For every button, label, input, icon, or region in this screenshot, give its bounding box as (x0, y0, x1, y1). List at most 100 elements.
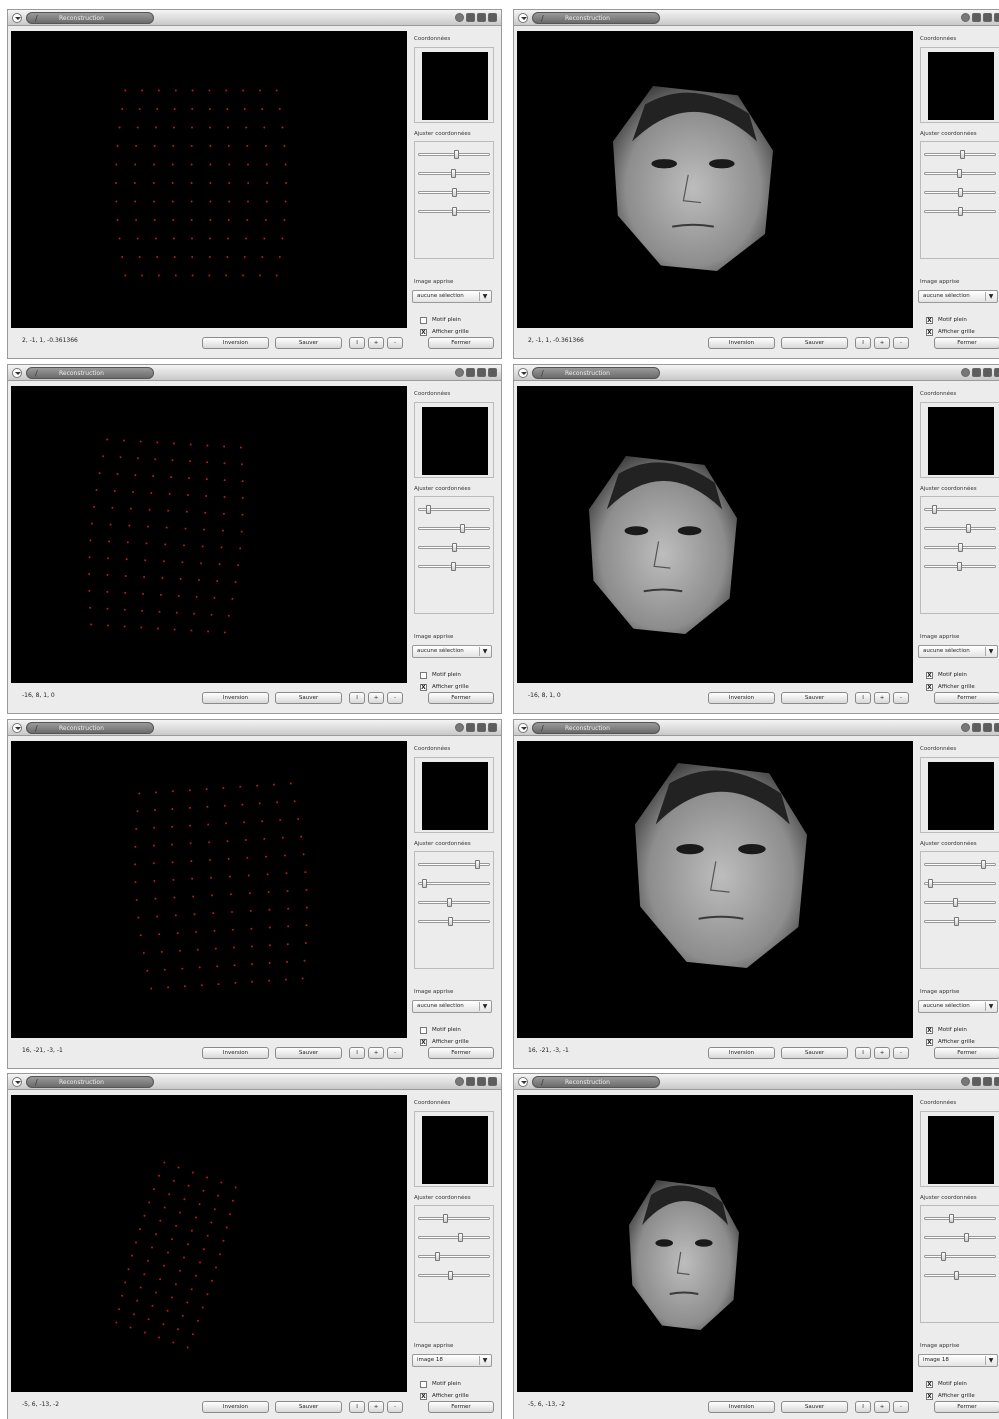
save-button[interactable]: Sauver (275, 1401, 342, 1413)
coordinate-slider[interactable] (924, 543, 996, 552)
checkbox-box[interactable]: X (420, 1039, 427, 1046)
slider-thumb[interactable] (928, 879, 933, 888)
slider-thumb[interactable] (931, 505, 937, 514)
window-menu-icon[interactable] (518, 13, 528, 23)
checkbox-box[interactable] (420, 1381, 427, 1388)
invert-button[interactable]: Inversion (202, 1401, 269, 1413)
slider-thumb[interactable] (965, 524, 971, 533)
close-icon[interactable] (994, 368, 999, 377)
maximize-icon[interactable] (477, 1077, 486, 1086)
close-button[interactable]: Fermer (934, 1401, 999, 1413)
reset-button[interactable]: I (349, 692, 365, 704)
minimize-icon[interactable] (466, 1077, 475, 1086)
slider-track[interactable] (924, 1274, 996, 1277)
zoom-out-button[interactable]: - (893, 692, 909, 704)
checkbox-box[interactable]: X (420, 684, 427, 691)
learned-image-select[interactable]: image 18 ▼ (412, 1354, 492, 1367)
zoom-in-button[interactable]: + (368, 692, 384, 704)
checkbox-box[interactable]: X (926, 317, 933, 324)
coordinate-slider[interactable] (924, 1214, 996, 1223)
checkbox-box[interactable]: X (926, 1393, 933, 1400)
close-icon[interactable] (488, 13, 497, 22)
render-canvas[interactable] (11, 386, 407, 683)
slider-track[interactable] (924, 901, 996, 904)
title-bar[interactable]: / Reconstruction (514, 365, 999, 381)
checkbox-box[interactable] (420, 672, 427, 679)
checkbox-box[interactable]: X (420, 329, 427, 336)
minimize-icon[interactable] (972, 1077, 981, 1086)
invert-button[interactable]: Inversion (708, 692, 775, 704)
learned-image-select[interactable]: image 18 ▼ (918, 1354, 998, 1367)
close-icon[interactable] (994, 13, 999, 22)
reset-button[interactable]: I (349, 337, 365, 349)
slider-thumb[interactable] (957, 169, 962, 178)
slider-track[interactable] (924, 920, 996, 923)
close-button[interactable]: Fermer (428, 1401, 494, 1413)
checkbox-box[interactable]: X (926, 684, 933, 691)
coordinate-slider[interactable] (418, 1252, 490, 1261)
title-bar[interactable]: / Reconstruction (514, 10, 999, 26)
coordinate-slider[interactable] (924, 562, 996, 571)
coordinate-slider[interactable] (924, 207, 996, 216)
slider-thumb[interactable] (452, 543, 458, 552)
coordinate-slider[interactable] (418, 524, 490, 533)
render-canvas[interactable] (517, 386, 913, 683)
dropdown-arrow-icon[interactable]: ▼ (479, 1356, 490, 1365)
dropdown-arrow-icon[interactable]: ▼ (985, 292, 996, 301)
close-button[interactable]: Fermer (934, 1047, 999, 1059)
slider-track[interactable] (924, 527, 996, 530)
slider-track[interactable] (418, 1255, 490, 1258)
close-icon[interactable] (994, 1077, 999, 1086)
render-canvas[interactable] (517, 741, 913, 1038)
coordinate-slider[interactable] (418, 207, 490, 216)
maximize-icon[interactable] (477, 723, 486, 732)
slider-track[interactable] (418, 920, 490, 923)
slider-thumb[interactable] (451, 169, 456, 178)
title-bar[interactable]: / Reconstruction (8, 1074, 501, 1090)
coordinate-slider[interactable] (924, 1233, 996, 1242)
coordinate-slider[interactable] (418, 860, 490, 869)
zoom-out-button[interactable]: - (387, 1401, 403, 1413)
coordinate-slider[interactable] (418, 1233, 490, 1242)
help-icon[interactable] (961, 368, 970, 377)
help-icon[interactable] (455, 723, 464, 732)
checkbox-box[interactable]: X (926, 329, 933, 336)
learned-image-select[interactable]: aucune sélection ▼ (918, 290, 998, 303)
slider-thumb[interactable] (459, 524, 465, 533)
slider-thumb[interactable] (958, 207, 964, 216)
zoom-in-button[interactable]: + (874, 337, 890, 349)
title-bar[interactable]: / Reconstruction (514, 720, 999, 736)
maximize-icon[interactable] (983, 1077, 992, 1086)
checkbox-box[interactable]: X (926, 1039, 933, 1046)
slider-thumb[interactable] (941, 1252, 947, 1261)
close-icon[interactable] (488, 723, 497, 732)
title-bar[interactable]: / Reconstruction (514, 1074, 999, 1090)
dropdown-arrow-icon[interactable]: ▼ (985, 647, 996, 656)
close-button[interactable]: Fermer (934, 337, 999, 349)
title-bar[interactable]: / Reconstruction (8, 720, 501, 736)
save-button[interactable]: Sauver (781, 337, 848, 349)
coordinate-slider[interactable] (418, 879, 490, 888)
window-menu-icon[interactable] (518, 723, 528, 733)
coordinate-slider[interactable] (418, 543, 490, 552)
coordinate-slider[interactable] (418, 169, 490, 178)
coordinate-slider[interactable] (924, 879, 996, 888)
slider-thumb[interactable] (435, 1252, 441, 1261)
coordinate-slider[interactable] (924, 917, 996, 926)
save-button[interactable]: Sauver (781, 1047, 848, 1059)
dropdown-arrow-icon[interactable]: ▼ (985, 1002, 996, 1011)
coordinate-slider[interactable] (418, 1214, 490, 1223)
close-icon[interactable] (488, 1077, 497, 1086)
slider-thumb[interactable] (954, 1271, 960, 1280)
title-bar[interactable]: / Reconstruction (8, 10, 501, 26)
render-canvas[interactable] (11, 31, 407, 328)
coordinate-slider[interactable] (924, 524, 996, 533)
coordinate-slider[interactable] (418, 917, 490, 926)
help-icon[interactable] (961, 13, 970, 22)
slider-thumb[interactable] (980, 860, 986, 869)
invert-button[interactable]: Inversion (202, 337, 269, 349)
reset-button[interactable]: I (349, 1047, 365, 1059)
slider-track[interactable] (924, 882, 996, 885)
coordinate-slider[interactable] (924, 1252, 996, 1261)
zoom-out-button[interactable]: - (893, 1047, 909, 1059)
